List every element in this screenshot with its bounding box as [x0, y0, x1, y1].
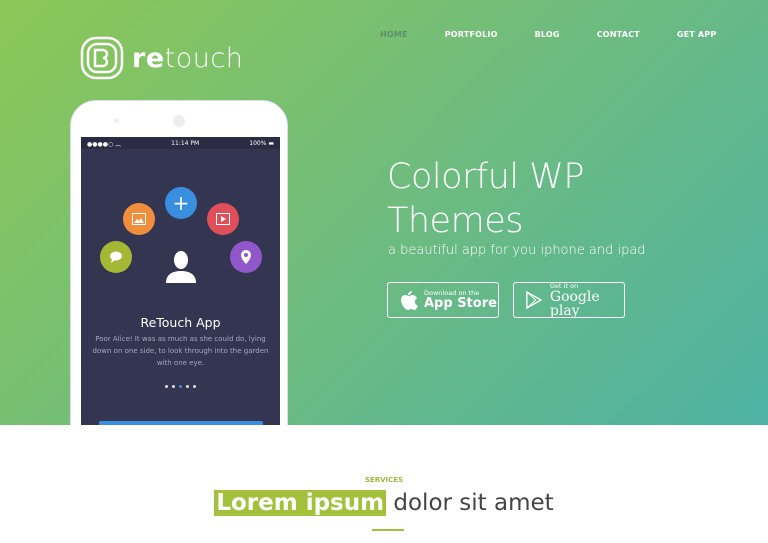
status-bar: ●●●●○ ︵ 11:14 PM 100% ▬ [81, 137, 280, 149]
signal-icon: ●●●●○ ︵ [87, 140, 122, 148]
logo-text: retouch [132, 42, 244, 74]
phone-action-button[interactable] [99, 421, 263, 425]
carousel-dots [81, 385, 280, 388]
phone-mockup: ●●●●○ ︵ 11:14 PM 100% ▬ + ReTouch App Po… [70, 100, 288, 425]
carousel-dot[interactable] [186, 385, 189, 388]
logo[interactable]: retouch [80, 36, 243, 80]
apple-icon [401, 291, 418, 310]
logo-mark-icon [80, 36, 124, 80]
app-description: Poor Alice! It was as much as she could … [92, 335, 269, 367]
status-time: 11:14 PM [171, 139, 200, 147]
user-icon [166, 251, 196, 283]
google-play-button[interactable]: Get it on Google play [513, 282, 625, 318]
phone-screen: ●●●●○ ︵ 11:14 PM 100% ▬ + ReTouch App Po… [81, 137, 280, 425]
app-store-button[interactable]: Download on the App Store [387, 282, 499, 318]
section-eyebrow: SERVICES [364, 476, 404, 484]
carousel-dot[interactable] [165, 385, 168, 388]
nav-get-app[interactable]: GET APP [677, 30, 717, 39]
location-icon[interactable] [230, 241, 262, 273]
section-heading: Lorem ipsum dolor sit amet [214, 490, 554, 516]
chat-icon[interactable] [100, 241, 132, 273]
carousel-dot[interactable] [193, 385, 196, 388]
phone-camera [173, 115, 185, 127]
hero-banner: retouch HOME PORTFOLIO BLOG CONTACT GET … [0, 0, 768, 425]
phone-sensor [114, 118, 119, 123]
app-title: ReTouch App [140, 315, 221, 330]
nav-blog[interactable]: BLOG [535, 30, 560, 39]
nav-home[interactable]: HOME [380, 30, 408, 39]
plus-icon[interactable]: + [165, 187, 197, 219]
status-battery: 100% ▬ [249, 139, 274, 147]
hero-title: Colorful WP Themes [387, 157, 584, 241]
nav-contact[interactable]: CONTACT [597, 30, 640, 39]
main-nav: HOME PORTFOLIO BLOG CONTACT GET APP [380, 30, 753, 39]
video-icon[interactable] [207, 203, 239, 235]
hero-subtitle: a beautiful app for you iphone and ipad [388, 243, 646, 258]
nav-portfolio[interactable]: PORTFOLIO [445, 30, 498, 39]
image-icon[interactable] [123, 203, 155, 235]
play-store-icon [526, 290, 542, 310]
carousel-dot-active[interactable] [179, 385, 182, 388]
heading-divider [372, 529, 404, 531]
carousel-dot[interactable] [172, 385, 175, 388]
